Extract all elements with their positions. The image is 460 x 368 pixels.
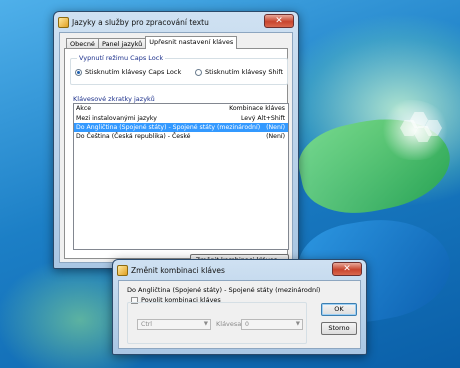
hotkey-keys: Levý Alt+Shift (240, 115, 285, 122)
hotkey-action: Mezi instalovanými jazyky (76, 115, 157, 122)
caps-lock-group: Vypnutí režimu Caps Lock Stisknutím kláv… (70, 54, 288, 85)
dialog-target-language: Do Angličtina (Spojené státy) - Spojené … (127, 286, 321, 294)
main-titlebar[interactable]: Jazyky a služby pro zpracování textu ✕ (54, 12, 298, 32)
keyboard-icon (58, 16, 69, 28)
close-button[interactable]: ✕ (264, 14, 294, 28)
key-label: Klávesa: (216, 320, 244, 328)
main-window-title: Jazyky a služby pro zpracování textu (72, 17, 209, 27)
hotkeys-list[interactable]: Akce Kombinace kláves Mezi instalovanými… (73, 103, 289, 250)
hotkey-action: Do Čeština (Česká republika) - České (76, 133, 191, 140)
key-combo[interactable]: 0 ▼ (241, 319, 303, 330)
tab-advanced-key-settings[interactable]: Upřesnit nastavení kláves (145, 36, 238, 49)
caps-lock-legend: Vypnutí režimu Caps Lock (77, 54, 166, 62)
radio-shift-option[interactable]: Stisknutím klávesy Shift (195, 68, 283, 76)
key-value: 0 (245, 321, 249, 328)
radio-caps-lock-option[interactable]: Stisknutím klávesy Caps Lock (75, 68, 181, 76)
language-services-window: Jazyky a služby pro zpracování textu ✕ O… (53, 11, 299, 269)
hotkey-keys: (Není) (266, 124, 285, 131)
tab-panel-advanced: Vypnutí režimu Caps Lock Stisknutím kláv… (64, 48, 289, 267)
hotkey-row[interactable]: Mezi instalovanými jazyky Levý Alt+Shift (74, 114, 288, 123)
column-action-header: Akce (76, 105, 92, 112)
radio-button-unchecked[interactable] (195, 68, 202, 76)
hotkey-row-selected[interactable]: Do Angličtina (Spojené státy) - Spojené … (74, 123, 288, 132)
chevron-down-icon: ▼ (295, 321, 300, 327)
keyboard-icon (117, 264, 128, 276)
dialog-close-button[interactable]: ✕ (332, 262, 362, 276)
dialog-titlebar[interactable]: Změnit kombinaci kláves ✕ (113, 260, 366, 280)
hotkeys-list-header: Akce Kombinace kláves (74, 104, 288, 114)
dialog-client-area: Do Angličtina (Spojené státy) - Spojené … (118, 280, 361, 349)
hotkey-row[interactable]: Do Čeština (Česká republika) - České (Ne… (74, 132, 288, 141)
hotkey-keys: (Není) (266, 133, 285, 140)
column-keys-header: Kombinace kláves (229, 105, 285, 112)
chevron-down-icon: ▼ (203, 321, 208, 327)
radio-caps-lock-label: Stisknutím klávesy Caps Lock (85, 68, 182, 76)
radio-shift-label: Stisknutím klávesy Shift (205, 68, 284, 76)
radio-button-checked[interactable] (75, 68, 82, 76)
hotkey-action: Do Angličtina (Spojené státy) - Spojené … (76, 124, 261, 131)
hotkeys-legend: Klávesové zkratky jazyků (73, 95, 155, 103)
modifier-combo[interactable]: Ctrl ▼ (137, 319, 211, 330)
dialog-title: Změnit kombinaci kláves (131, 265, 225, 275)
cancel-button[interactable]: Storno (321, 322, 357, 335)
main-client-area: Obecné Panel jazyků Upřesnit nastavení k… (59, 32, 293, 267)
ok-button[interactable]: OK (321, 303, 357, 316)
change-key-sequence-dialog: Změnit kombinaci kláves ✕ Do Angličtina … (112, 259, 367, 355)
modifier-value: Ctrl (141, 321, 153, 328)
